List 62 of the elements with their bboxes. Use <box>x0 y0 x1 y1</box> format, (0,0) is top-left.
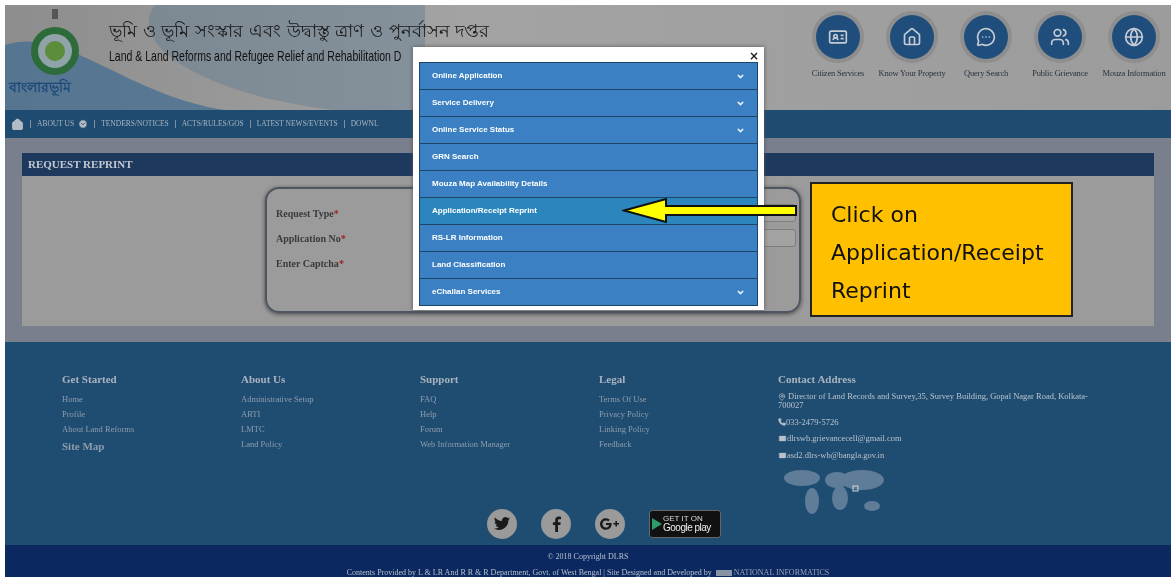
phone-icon <box>778 417 786 426</box>
facebook-icon[interactable] <box>541 509 571 539</box>
footer-link[interactable]: Terms Of Use <box>599 391 778 407</box>
footer-link[interactable]: Feedback <box>599 436 778 452</box>
footer-link[interactable]: Profile <box>62 406 241 422</box>
footer-heading: Contact Address <box>778 372 857 387</box>
menu-item[interactable]: Mouza Map Availability Details <box>420 171 757 197</box>
footer-link[interactable]: Privacy Policy <box>599 406 778 422</box>
footer-link[interactable]: ARTI <box>241 406 420 422</box>
field-label: Enter Captcha* <box>276 256 345 271</box>
home-icon[interactable] <box>11 117 24 131</box>
twitter-icon[interactable] <box>487 509 517 539</box>
email-text: dlrswb.grievancecell@gmail.com <box>778 432 1108 446</box>
quick-link[interactable]: Public Grievance <box>1023 15 1097 110</box>
map-pin-icon <box>778 392 786 401</box>
phone-text: 033-2479-5726 <box>778 415 1108 429</box>
play-triangle-icon <box>652 518 662 530</box>
menu-item[interactable]: eChallan Services <box>420 279 757 305</box>
menu-item[interactable]: Service Delivery <box>420 90 757 116</box>
footer-link[interactable]: Web Information Manager <box>420 436 599 452</box>
close-button[interactable]: × <box>748 50 759 62</box>
menu-item[interactable]: Online Application <box>420 63 757 89</box>
quick-link[interactable]: Citizen Services <box>801 15 875 110</box>
people-icon <box>1050 27 1070 47</box>
footer-heading: About Us <box>241 372 287 387</box>
address-text: Director of Land Records and Survey,35, Survey Building, Gopal Nagar Road, Kolkata-700027 <box>778 391 1089 410</box>
footer-link[interactable]: Land Policy <box>241 436 420 452</box>
menu-item[interactable]: GRN Search <box>420 144 757 170</box>
credits-text: Contents Provided by L & LR And R R & R Department, Govt. of West Bengal | Site Designed and Developed by <box>346 569 712 577</box>
footer-link[interactable]: LMTC <box>241 421 420 437</box>
instruction-callout: Click on Application/Receipt Reprint <box>810 182 1073 317</box>
footer-link[interactable]: FAQ <box>420 391 599 407</box>
globe-icon <box>1124 27 1144 47</box>
footer-link[interactable]: Forum <box>420 421 599 437</box>
footer-heading: Legal <box>599 372 627 387</box>
department-title-bengali: ভূমি ও ভূমি সংস্কার এবং উদ্বাস্তু ত্রাণ ও পুনর্বাসন দপ্তর <box>109 19 491 43</box>
google-plus-icon[interactable] <box>595 509 625 539</box>
menu-item[interactable]: Land Classification <box>420 252 757 278</box>
quick-link[interactable]: Know Your Property <box>875 15 949 110</box>
menu-item[interactable]: Online Service Status <box>420 117 757 143</box>
menu-item[interactable]: RS-LR Information <box>420 225 757 251</box>
field-label: Application No* <box>276 231 347 246</box>
footer-heading: Get Started <box>62 372 118 387</box>
footer-heading: Support <box>420 372 460 387</box>
google-play-badge[interactable]: GET IT ON Google play <box>649 510 721 538</box>
house-icon <box>902 27 922 47</box>
nic-logo: NATIONAL INFORMATICS <box>715 569 830 577</box>
chat-bubble-icon <box>976 27 996 47</box>
footer-link[interactable]: Home <box>62 391 241 407</box>
id-card-icon <box>828 27 848 47</box>
footer-link[interactable]: About Land Reforms <box>62 421 241 437</box>
field-label: Request Type* <box>276 206 340 221</box>
quick-link[interactable]: Mouza Information <box>1097 15 1171 110</box>
footer-link[interactable]: Administrative Setup <box>241 391 420 407</box>
email-text: asd2.dlrs-wb@bangla.gov.in <box>778 449 1108 462</box>
footer-link[interactable]: Help <box>420 406 599 422</box>
emblem-text: বাংলারভূমি <box>7 77 71 98</box>
quick-link[interactable]: Query Search <box>949 15 1023 110</box>
footer-link[interactable]: Linking Policy <box>599 421 778 437</box>
copyright-text: © 2018 Copyright DLRS <box>547 551 629 563</box>
footer-heading[interactable]: Site Map <box>62 437 241 454</box>
department-title: Land & Land Reforms and Refugee Relief and Rehabilitation D <box>109 46 402 66</box>
